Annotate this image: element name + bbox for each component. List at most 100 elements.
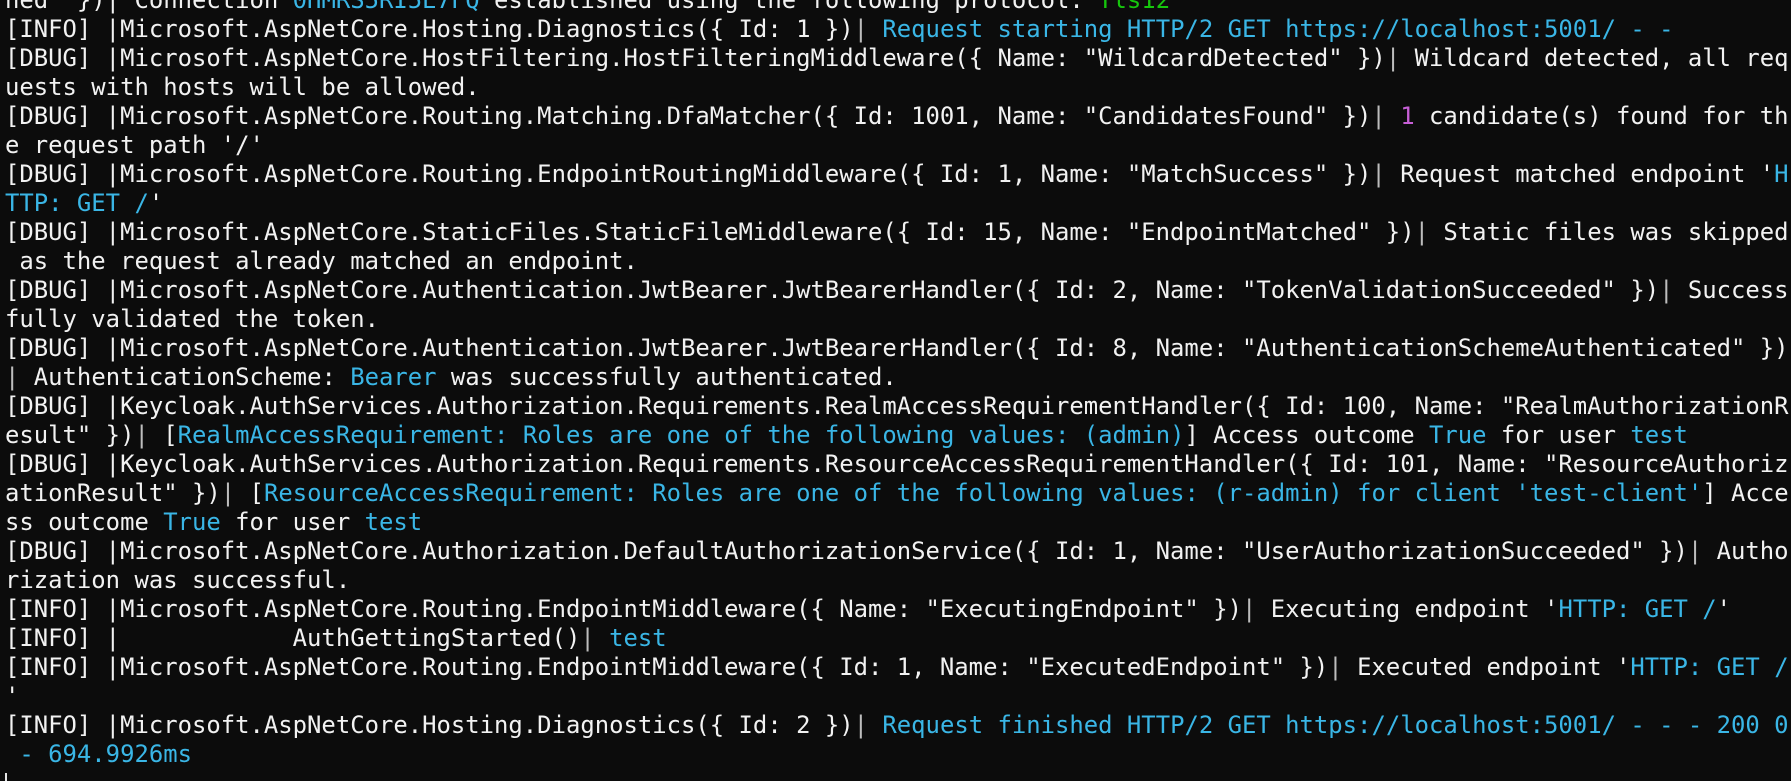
log-segment: True xyxy=(1429,421,1487,449)
log-segment: was successfully authenticated. xyxy=(436,363,897,391)
log-line: ' xyxy=(5,682,1791,711)
log-segment: ' xyxy=(148,189,164,217)
log-segment: ' xyxy=(1716,595,1732,623)
log-segment: [DBUG] |Microsoft.AspNetCore.Routing.Mat… xyxy=(5,102,1372,130)
log-segment: Wildcard detected, all req xyxy=(1414,44,1789,72)
log-line: [DBUG] |Microsoft.AspNetCore.StaticFiles… xyxy=(5,218,1791,247)
log-segment: [DBUG] |Microsoft.AspNetCore.Authorizati… xyxy=(5,537,1688,565)
log-segment: RealmAccessRequirement: Roles are one of… xyxy=(177,421,1185,449)
log-segment: test xyxy=(364,508,423,536)
log-segment: [INFO] |Microsoft.AspNetCore.Hosting.Dia… xyxy=(5,711,854,739)
log-line: - 694.9926ms xyxy=(5,740,1791,769)
log-line: hed" })| Connection 0HMRS5RI5E7FQ establ… xyxy=(5,0,1791,15)
log-segment: fully validated the token. xyxy=(5,305,379,333)
log-segment: | xyxy=(853,15,883,43)
log-segment: [ xyxy=(249,479,264,507)
log-segment: established using the following protocol… xyxy=(479,0,1099,14)
log-segment: | xyxy=(1328,653,1358,681)
log-line: rization was successful. xyxy=(5,566,1791,595)
log-line: | AuthenticationScheme: Bearer was succe… xyxy=(5,363,1791,392)
log-segment: | xyxy=(1659,276,1688,304)
log-segment: | xyxy=(1687,537,1717,565)
prompt-line[interactable] xyxy=(5,769,1791,781)
log-segment: [INFO] |Microsoft.AspNetCore.Routing.End… xyxy=(5,595,1242,623)
log-segment: TTP: GET / xyxy=(5,189,149,217)
log-segment: for user xyxy=(1486,421,1631,449)
log-line: TTP: GET /' xyxy=(5,189,1791,218)
log-segment: ss outcome xyxy=(5,508,164,536)
log-segment: esult" }) xyxy=(5,421,135,449)
log-segment: test xyxy=(609,624,667,652)
log-line: [DBUG] |Keycloak.AuthServices.Authorizat… xyxy=(5,450,1791,479)
log-segment: [DBUG] |Microsoft.AspNetCore.Authenticat… xyxy=(5,276,1660,304)
log-line: [DBUG] |Microsoft.AspNetCore.HostFilteri… xyxy=(5,44,1791,73)
log-line: [INFO] |Microsoft.AspNetCore.Routing.End… xyxy=(5,653,1791,682)
log-segment: Autho xyxy=(1716,537,1789,565)
log-segment: [DBUG] |Microsoft.AspNetCore.Routing.End… xyxy=(5,160,1372,188)
log-segment: - 694.9926ms xyxy=(5,740,192,768)
log-segment: [DBUG] |Microsoft.AspNetCore.Authenticat… xyxy=(5,334,1789,362)
log-segment: HTTP: GET / xyxy=(1558,595,1717,623)
log-segment: ] Access outcome xyxy=(1184,421,1429,449)
text-cursor xyxy=(5,773,7,781)
log-segment: [INFO] |Microsoft.AspNetCore.Routing.End… xyxy=(5,653,1329,681)
log-segment: Tls12 xyxy=(1098,0,1171,14)
log-line: e request path '/' xyxy=(5,131,1791,160)
log-line: [DBUG] |Microsoft.AspNetCore.Routing.Mat… xyxy=(5,102,1791,131)
log-line: [DBUG] |Microsoft.AspNetCore.Authorizati… xyxy=(5,537,1791,566)
log-segment: Success xyxy=(1687,276,1789,304)
log-segment: | xyxy=(853,711,883,739)
log-segment: 1 xyxy=(1400,102,1415,130)
log-segment: Request finished HTTP/2 GET https://loca… xyxy=(882,711,1789,739)
log-segment: 0HMRS5RI5E7FQ xyxy=(292,0,480,14)
terminal-output[interactable]: hed" })| Connection 0HMRS5RI5E7FQ establ… xyxy=(0,0,1791,781)
log-segment: for user xyxy=(220,508,365,536)
log-line: as the request already matched an endpoi… xyxy=(5,247,1791,276)
log-segment: [DBUG] |Keycloak.AuthServices.Authorizat… xyxy=(5,392,1789,420)
log-segment: uests with hosts will be allowed. xyxy=(5,73,480,101)
log-segment: AuthenticationScheme: xyxy=(33,363,351,391)
log-segment: ResourceAccessRequirement: Roles are one… xyxy=(263,479,1703,507)
log-segment: | xyxy=(220,479,250,507)
log-segment: rization was successful. xyxy=(5,566,351,594)
log-line: [DBUG] |Keycloak.AuthServices.Authorizat… xyxy=(5,392,1791,421)
log-line: [INFO] |Microsoft.AspNetCore.Hosting.Dia… xyxy=(5,15,1791,44)
log-segment: | xyxy=(1371,102,1401,130)
log-segment: hed" })| Connection xyxy=(5,0,293,14)
log-line: [DBUG] |Microsoft.AspNetCore.Routing.End… xyxy=(5,160,1791,189)
log-segment: H xyxy=(1774,160,1789,188)
log-segment: True xyxy=(163,508,221,536)
log-segment: Bearer xyxy=(350,363,437,391)
log-segment: Request matched endpoint ' xyxy=(1400,160,1775,188)
log-line: [INFO] | AuthGettingStarted()| test xyxy=(5,624,1791,653)
log-line: uests with hosts will be allowed. xyxy=(5,73,1791,102)
log-segment: [ xyxy=(163,421,178,449)
log-segment: [DBUG] |Keycloak.AuthServices.Authorizat… xyxy=(5,450,1789,478)
log-segment: | xyxy=(1385,44,1415,72)
log-segment: test xyxy=(1630,421,1688,449)
log-line: esult" })| [RealmAccessRequirement: Role… xyxy=(5,421,1791,450)
log-segment: as the request already matched an endpoi… xyxy=(5,247,638,275)
log-segment: Executed endpoint ' xyxy=(1357,653,1631,681)
log-segment: | xyxy=(134,421,164,449)
log-segment: Executing endpoint ' xyxy=(1270,595,1559,623)
log-line: [INFO] |Microsoft.AspNetCore.Hosting.Dia… xyxy=(5,711,1791,740)
log-line: ationResult" })| [ResourceAccessRequirem… xyxy=(5,479,1791,508)
log-segment: [DBUG] |Microsoft.AspNetCore.StaticFiles… xyxy=(5,218,1415,246)
log-segment: | xyxy=(1241,595,1271,623)
log-line: [INFO] |Microsoft.AspNetCore.Routing.End… xyxy=(5,595,1791,624)
log-line: [DBUG] |Microsoft.AspNetCore.Authenticat… xyxy=(5,334,1791,363)
log-segment: | xyxy=(1371,160,1401,188)
log-segment: Static files was skipped xyxy=(1443,218,1789,246)
log-segment: | xyxy=(1414,218,1444,246)
log-segment: [DBUG] |Microsoft.AspNetCore.HostFilteri… xyxy=(5,44,1386,72)
log-segment: ] Acce xyxy=(1702,479,1789,507)
log-segment: ationResult" }) xyxy=(5,479,221,507)
log-line: fully validated the token. xyxy=(5,305,1791,334)
log-line: ss outcome True for user test xyxy=(5,508,1791,537)
log-segment: | xyxy=(580,624,610,652)
log-segment: HTTP: GET / xyxy=(1630,653,1789,681)
log-line: [DBUG] |Microsoft.AspNetCore.Authenticat… xyxy=(5,276,1791,305)
log-segment: candidate(s) found for th xyxy=(1414,102,1789,130)
log-segment: [INFO] |Microsoft.AspNetCore.Hosting.Dia… xyxy=(5,15,854,43)
